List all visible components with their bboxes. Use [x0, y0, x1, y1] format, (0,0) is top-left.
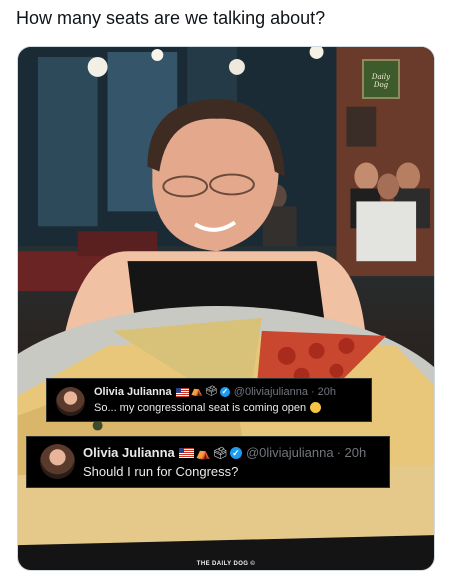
tent-icon: ⛺	[195, 445, 211, 460]
avatar[interactable]	[56, 387, 85, 416]
tweet-time[interactable]: · 20h	[337, 445, 367, 460]
attached-photo[interactable]: Daily Dog THE DAILY DOG ©	[17, 46, 435, 571]
ballot-box-icon: 🗳	[212, 445, 228, 460]
tweet-card-original[interactable]: Olivia Julianna ⛺ 🗳 ✓ @0liviajulianna · …	[26, 436, 390, 488]
tweet-header: Olivia Julianna ⛺ 🗳 ✓ @0liviajulianna · …	[94, 386, 336, 398]
author-handle[interactable]: @0liviajulianna	[246, 445, 334, 460]
tweet-text: Should I run for Congress?	[83, 464, 239, 479]
tweet-body: So... my congressional seat is coming op…	[94, 402, 322, 414]
tweet-text: So... my congressional seat is coming op…	[94, 402, 307, 414]
tweet-card-reply[interactable]: Olivia Julianna ⛺ 🗳 ✓ @0liviajulianna · …	[46, 378, 372, 422]
watermark: THE DAILY DOG ©	[196, 561, 256, 567]
tweet-time[interactable]: · 20h	[311, 386, 336, 398]
post-text: How many seats are we talking about?	[16, 8, 326, 28]
tweet-header: Olivia Julianna ⛺ 🗳 ✓ @0liviajulianna · …	[83, 445, 366, 460]
name-badges: ⛺ 🗳 ✓	[178, 445, 242, 460]
us-flag-icon	[178, 447, 194, 458]
verified-icon: ✓	[219, 387, 230, 397]
tent-icon: ⛺	[190, 386, 204, 397]
verified-icon: ✓	[229, 446, 242, 459]
us-flag-icon	[175, 387, 189, 397]
author-name[interactable]: Olivia Julianna	[83, 445, 175, 460]
restaurant-sign: Daily Dog	[362, 59, 400, 99]
avatar[interactable]	[40, 444, 75, 479]
thinking-face-icon	[310, 402, 322, 413]
name-badges: ⛺ 🗳 ✓	[175, 386, 230, 397]
author-handle[interactable]: @0liviajulianna	[234, 386, 308, 398]
restaurant-scene	[18, 47, 434, 570]
ballot-box-icon: 🗳	[205, 386, 218, 397]
author-name[interactable]: Olivia Julianna	[94, 386, 172, 398]
